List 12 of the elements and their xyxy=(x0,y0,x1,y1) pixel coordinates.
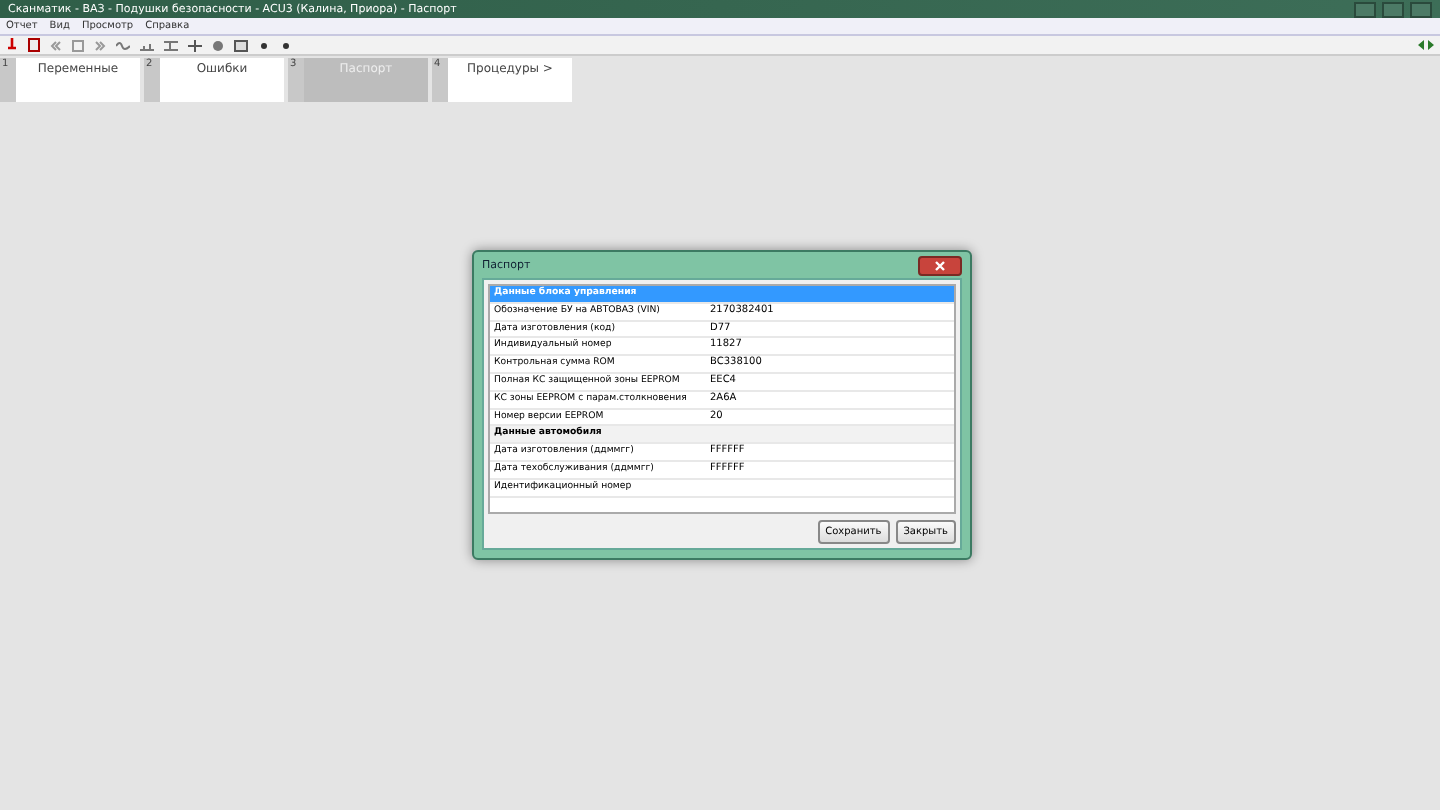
forward-icon[interactable] xyxy=(94,39,106,51)
wave-icon[interactable] xyxy=(116,39,130,51)
circle-icon[interactable] xyxy=(212,39,224,51)
dot-icon[interactable] xyxy=(258,39,270,51)
grid-icon[interactable] xyxy=(72,39,84,51)
arrows-icon[interactable] xyxy=(1418,38,1434,52)
dot-icon[interactable] xyxy=(280,39,292,51)
scale-icon[interactable] xyxy=(164,39,178,51)
chart-icon[interactable] xyxy=(140,39,154,51)
back-icon[interactable] xyxy=(50,39,62,51)
image-icon[interactable] xyxy=(234,39,248,51)
cross-icon[interactable] xyxy=(188,39,202,51)
